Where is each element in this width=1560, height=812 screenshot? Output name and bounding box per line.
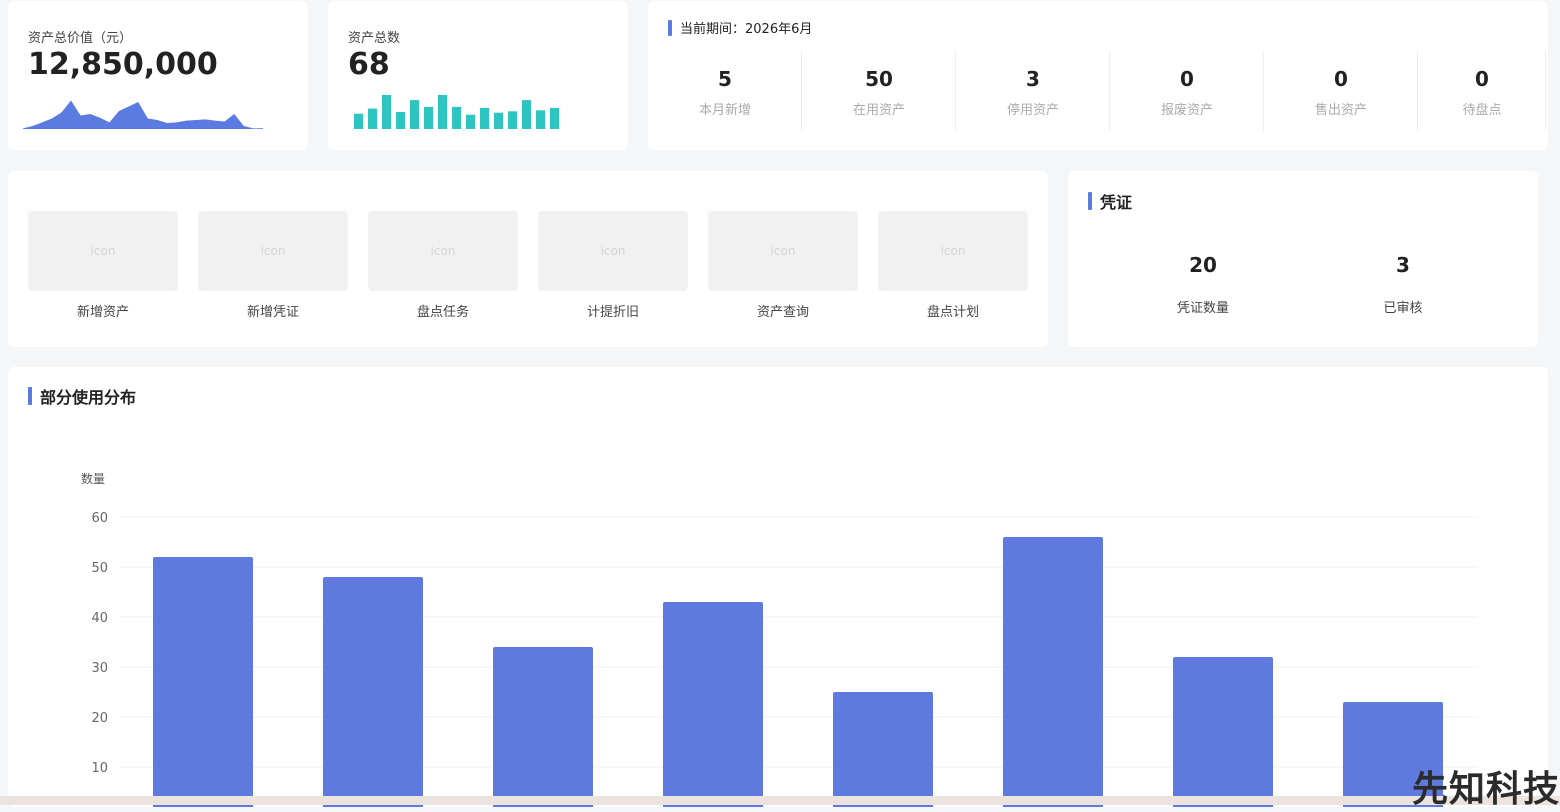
stat-label: 报废资产 [1160,103,1213,118]
minibar [368,108,377,129]
usage-bar [323,577,423,807]
shortcut-add-voucher[interactable]: icon 新增凭证 [198,211,348,320]
placeholder-icon: icon [368,211,518,291]
placeholder-icon: icon [28,211,178,291]
usage-bar [1003,537,1103,807]
usage-bar [493,647,593,807]
stat-new-this-month: 5 本月新增 [648,61,802,141]
shortcut-label: 盘点任务 [416,305,469,320]
shortcut-inventory-plan[interactable]: icon 盘点计划 [878,211,1028,320]
usage-bar-chart: 数量 10 20 30 40 50 60 [81,471,1478,807]
stat-label: 凭证数量 [1176,301,1229,316]
minibar [410,100,419,129]
stat-value: 3 [1396,253,1410,277]
stat-label: 已审核 [1383,301,1423,316]
minibar [508,111,517,129]
stat-value: 50 [865,67,893,91]
shortcut-label: 资产查询 [756,305,809,320]
shortcut-add-asset[interactable]: icon 新增资产 [28,211,178,320]
voucher-count: 20 凭证数量 [1123,253,1283,316]
stat-in-use: 50 在用资产 [802,61,956,141]
y-tick-label: 10 [91,761,108,776]
stat-value: 0 [1475,67,1489,91]
usage-bar [663,602,763,807]
stat-label: 待盘点 [1462,103,1502,118]
shortcut-label: 盘点计划 [926,305,979,320]
placeholder-icon: icon [708,211,858,291]
y-tick-label: 30 [91,661,108,676]
shortcut-label: 新增凭证 [246,305,299,320]
sparkline-area [23,100,263,129]
stat-sold: 0 售出资产 [1264,61,1418,141]
minibar [466,114,475,129]
y-tick-label: 40 [91,611,108,626]
brand-watermark: 先知科技 [1411,769,1560,810]
stat-value: 20 [1189,253,1217,277]
bottom-strip [0,796,1560,805]
minibar [480,107,489,129]
asset-count-label: 资产总数 [348,31,401,46]
placeholder-icon: icon [198,211,348,291]
stat-value: 3 [1026,67,1040,91]
voucher-title-text: 凭证 [1100,193,1133,212]
minibar [396,112,405,129]
shortcuts-card: icon 新增资产 icon 新增凭证 icon 盘点任务 icon 计提折旧 … [8,171,1048,347]
stat-scrapped: 0 报废资产 [1110,61,1264,141]
stat-pending-inventory: 0 待盘点 [1405,61,1559,141]
minibar [522,100,531,129]
minibar [424,106,433,129]
stat-label: 在用资产 [852,103,905,118]
period-card: 当前期间：2026年6月 5 本月新增 50 在用资产 3 停用资产 0 报废资产 0 售… [648,1,1548,150]
stat-value: 0 [1334,67,1348,91]
minibar [382,95,391,129]
stat-label: 停用资产 [1006,103,1059,118]
minibar [550,107,559,129]
shortcut-inventory-task[interactable]: icon 盘点任务 [368,211,518,320]
stat-label: 售出资产 [1314,103,1367,118]
title-accent-bar [668,19,672,36]
shortcut-label: 计提折旧 [586,305,639,320]
shortcut-label: 新增资产 [76,305,129,320]
asset-value-sparkline [23,100,263,129]
period-title: 当前期间：2026年6月 [668,18,812,37]
asset-count-card: 资产总数 68 [328,1,628,150]
y-tick-label: 50 [91,561,108,576]
minibar [452,106,461,129]
title-accent-bar [1088,192,1092,210]
y-axis-label: 数量 [81,471,105,486]
voucher-approved: 3 已审核 [1323,253,1483,316]
stat-value: 5 [718,67,732,91]
voucher-title: 凭证 [1088,189,1132,213]
stat-label: 本月新增 [698,103,751,118]
stat-disabled: 3 停用资产 [956,61,1110,141]
y-tick-label: 60 [91,511,108,526]
stat-divider [1545,51,1546,131]
asset-value-label: 资产总价值（元） [28,31,133,46]
asset-count-minibars [354,95,559,129]
usage-bar [153,557,253,807]
voucher-card: 凭证 20 凭证数量 3 已审核 [1068,171,1538,347]
placeholder-icon: icon [878,211,1028,291]
asset-count-number: 68 [348,47,390,82]
asset-value-number: 12,850,000 [28,47,218,82]
period-title-text: 当前期间：2026年6月 [680,22,813,37]
minibar [494,112,503,129]
usage-bar [1173,657,1273,807]
minibar [354,113,363,129]
shortcut-depreciation[interactable]: icon 计提折旧 [538,211,688,320]
minibar [438,95,447,129]
placeholder-icon: icon [538,211,688,291]
usage-bar [833,692,933,807]
asset-value-card: 资产总价值（元） 12,850,000 [8,1,308,150]
stat-value: 0 [1180,67,1194,91]
y-tick-label: 20 [91,711,108,726]
usage-chart-card: 部分使用分布 数量 10 20 30 40 50 60 [8,367,1548,807]
minibar [536,110,545,129]
shortcut-asset-query[interactable]: icon 资产查询 [708,211,858,320]
